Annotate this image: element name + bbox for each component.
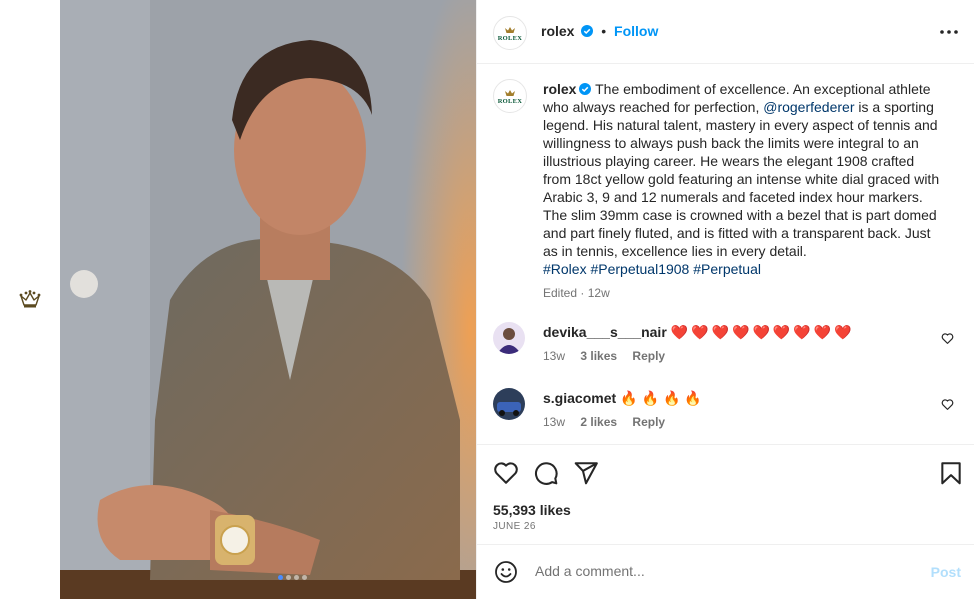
post-details-panel: ROLEX rolex • Follow ROLEX rolex The emb… bbox=[476, 0, 974, 599]
likes-count[interactable]: 55,393 likes bbox=[493, 502, 571, 518]
rolex-crown-icon bbox=[505, 89, 515, 96]
reply-button[interactable]: Reply bbox=[632, 349, 665, 363]
emoji-icon[interactable] bbox=[494, 560, 518, 584]
comment-username[interactable]: s.giacomet bbox=[543, 390, 616, 406]
left-margin bbox=[0, 0, 60, 599]
like-heart-icon[interactable] bbox=[493, 460, 519, 486]
rolex-crown-icon bbox=[19, 290, 41, 308]
commenter-avatar[interactable] bbox=[493, 322, 525, 354]
commenter-avatar[interactable] bbox=[493, 388, 525, 420]
follow-button[interactable]: Follow bbox=[614, 23, 658, 39]
carousel-dot bbox=[286, 575, 291, 580]
reply-button[interactable]: Reply bbox=[632, 415, 665, 429]
carousel-dot bbox=[294, 575, 299, 580]
post-header: ROLEX rolex • Follow bbox=[477, 0, 974, 64]
carousel-dot bbox=[302, 575, 307, 580]
edited-label: Edited bbox=[543, 286, 578, 300]
verified-badge-icon bbox=[579, 83, 592, 95]
post-photo bbox=[60, 0, 476, 599]
comment-age[interactable]: 13w bbox=[543, 349, 565, 363]
hashtag-link[interactable]: #Perpetual bbox=[693, 261, 761, 277]
caption-avatar[interactable]: ROLEX bbox=[493, 79, 527, 113]
post-username[interactable]: rolex bbox=[541, 23, 574, 39]
header-title: rolex • Follow bbox=[541, 23, 658, 39]
post-comment-button[interactable]: Post bbox=[931, 564, 961, 580]
comment-input[interactable] bbox=[533, 562, 917, 580]
comment-text: ❤️❤️❤️❤️❤️❤️❤️❤️❤️ bbox=[670, 324, 855, 340]
save-bookmark-icon[interactable] bbox=[938, 460, 964, 486]
avatar[interactable]: ROLEX bbox=[493, 16, 527, 50]
like-comment-icon[interactable] bbox=[941, 332, 954, 345]
mention-link[interactable]: @rogerfederer bbox=[763, 99, 854, 115]
comment-likes[interactable]: 2 likes bbox=[580, 415, 617, 429]
separator-dot: • bbox=[601, 23, 607, 39]
carousel-dot bbox=[278, 575, 283, 580]
comment-meta: 13w 3 likes Reply bbox=[543, 349, 677, 363]
comment-text: 🔥🔥🔥🔥 bbox=[620, 390, 706, 406]
verified-badge-icon bbox=[581, 25, 594, 37]
post-actions: 55,393 likes JUNE 26 bbox=[477, 444, 974, 545]
comment-item: devika___s___nair ❤️❤️❤️❤️❤️❤️❤️❤️❤️ 13w … bbox=[493, 322, 963, 372]
meta-dot: · bbox=[580, 286, 585, 300]
caption: rolex The embodiment of excellence. An e… bbox=[543, 80, 943, 302]
rolex-crown-icon bbox=[505, 26, 515, 33]
comment-item: s.giacomet 🔥🔥🔥🔥 13w 2 likes Reply bbox=[493, 388, 963, 438]
comment-line: devika___s___nair ❤️❤️❤️❤️❤️❤️❤️❤️❤️ bbox=[543, 324, 855, 341]
hashtag-link[interactable]: #Rolex bbox=[543, 261, 587, 277]
comment-age[interactable]: 13w bbox=[543, 415, 565, 429]
comment-username[interactable]: devika___s___nair bbox=[543, 324, 667, 340]
like-comment-icon[interactable] bbox=[941, 398, 954, 411]
avatar-logo-text: ROLEX bbox=[497, 97, 523, 105]
comment-line: s.giacomet 🔥🔥🔥🔥 bbox=[543, 390, 706, 407]
add-comment-bar: Post bbox=[477, 544, 974, 600]
hashtag-link[interactable]: #Perpetual1908 bbox=[590, 261, 689, 277]
comment-bubble-icon[interactable] bbox=[533, 460, 559, 486]
comment-likes[interactable]: 3 likes bbox=[580, 349, 617, 363]
caption-username[interactable]: rolex bbox=[543, 81, 576, 97]
carousel-indicator bbox=[278, 575, 307, 580]
comment-meta: 13w 2 likes Reply bbox=[543, 415, 677, 429]
hashtags: #Rolex #Perpetual1908 #Perpetual bbox=[543, 260, 943, 278]
caption-meta: Edited · 12w bbox=[543, 284, 943, 302]
caption-age[interactable]: 12w bbox=[588, 286, 610, 300]
more-options-icon[interactable] bbox=[939, 22, 959, 42]
avatar-logo-text: ROLEX bbox=[497, 34, 523, 42]
post-image[interactable]: › bbox=[60, 0, 476, 599]
caption-text-part2: is a sporting legend. His natural talent… bbox=[543, 99, 940, 259]
share-send-icon[interactable] bbox=[573, 460, 599, 486]
post-date: JUNE 26 bbox=[493, 521, 536, 532]
